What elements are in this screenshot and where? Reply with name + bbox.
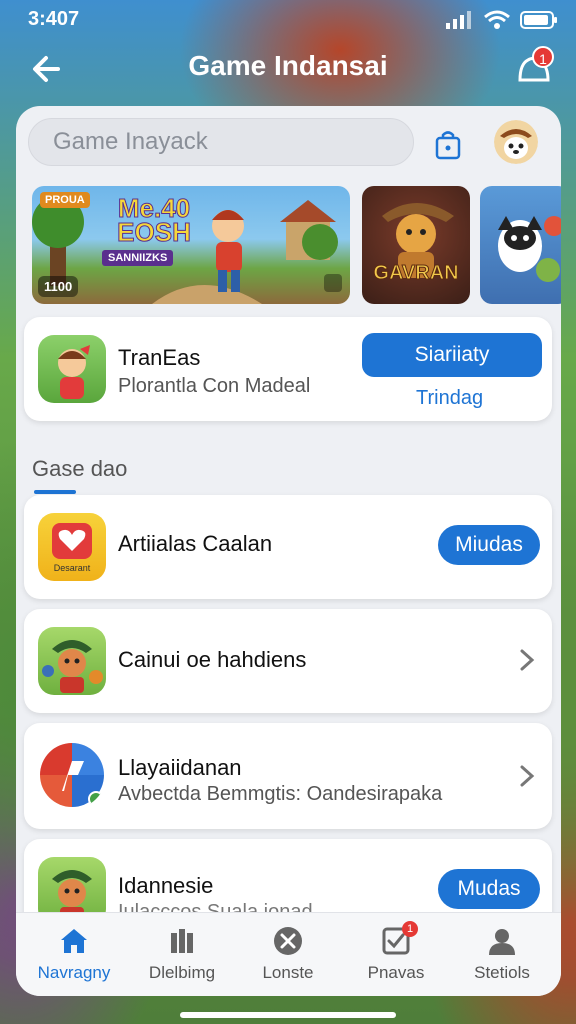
featured-link[interactable]: Trindag <box>416 387 483 410</box>
heart-app-icon-label: Desarant <box>53 563 91 573</box>
nav-label: Lonste <box>262 963 314 982</box>
banner-count: 1100 <box>38 276 79 297</box>
nav-item-profile[interactable]: Stetiols <box>452 913 552 996</box>
banner-carousel[interactable]: PROUA Me.40 EOSH SANNIIZKS 1100 GAVRAN <box>32 186 561 306</box>
battery-icon <box>520 11 557 29</box>
nav-item-tasks[interactable]: 1 Pnavas <box>346 913 446 996</box>
banner-title: Me.40 EOSH <box>117 193 192 247</box>
list-item-title: Cainui oe hahdiens <box>118 647 307 672</box>
list-item[interactable]: Desarant Artiialas Caalan Miudas <box>24 495 552 599</box>
list-item[interactable]: Llayaiidanan Avbectda Bemmgtis: Oandesir… <box>24 723 552 829</box>
banner-tile-2[interactable]: GAVRAN <box>362 186 470 304</box>
banner-tile-title: GAVRAN <box>373 262 459 285</box>
section-underline <box>34 490 76 494</box>
signal-icon <box>446 11 471 29</box>
notifications-button[interactable]: 1 <box>514 46 554 90</box>
search-row <box>28 118 550 176</box>
page-title: Game Indansai <box>188 50 388 81</box>
featured-action-button[interactable]: Siariiaty <box>362 333 542 377</box>
featured-title: TranEas <box>118 345 201 370</box>
chevron-right-icon[interactable] <box>516 647 538 673</box>
shopping-bag-icon[interactable] <box>432 128 464 160</box>
featured-card[interactable]: TranEas Plorantla Con Madeal Siariiaty T… <box>24 317 552 421</box>
banner-tag: PROUA <box>40 192 90 208</box>
nav-label: Pnavas <box>367 963 425 982</box>
brand-app-icon <box>38 741 106 809</box>
wifi-icon <box>484 10 510 29</box>
home-icon <box>61 929 87 953</box>
list-item-action-button[interactable]: Mudas <box>438 869 540 909</box>
nav-item-close[interactable]: Lonste <box>238 913 338 996</box>
library-icon <box>171 929 193 953</box>
close-circle-icon <box>274 927 302 955</box>
bottom-navigation: Navragny Dlelbimg Lonste 1 Pnavas Stetio… <box>16 912 561 996</box>
fox-app-icon <box>38 627 106 695</box>
nav-badge: 1 <box>402 921 418 937</box>
nav-label: Dlelbimg <box>148 963 216 982</box>
avatar[interactable] <box>494 120 538 164</box>
banner-subtitle: SANNIIZKS <box>102 250 174 266</box>
status-time: 3:407 <box>28 8 80 30</box>
nav-item-home[interactable]: Navragny <box>24 913 124 996</box>
list-item-title: Llayaiidanan <box>118 755 242 780</box>
notification-badge: 1 <box>532 46 554 68</box>
nav-item-library[interactable]: Dlelbimg <box>132 913 232 996</box>
banner-dog <box>498 216 561 282</box>
list-item-title: Idannesie <box>118 873 214 898</box>
app-header: Game Indansai 1 <box>0 40 576 96</box>
featured-subtitle: Plorantla Con Madeal <box>118 375 311 397</box>
list-item-action-button[interactable]: Miudas <box>438 525 540 565</box>
featured-app-icon <box>38 335 106 403</box>
heart-app-icon: Desarant <box>38 513 106 581</box>
list-item[interactable]: Cainui oe hahdiens <box>24 609 552 713</box>
main-sheet: PROUA Me.40 EOSH SANNIIZKS 1100 GAVRAN <box>16 106 561 996</box>
nav-label: Stetiols <box>474 963 530 982</box>
status-bar: 3:407 <box>0 0 576 40</box>
home-indicator[interactable] <box>180 1012 396 1018</box>
banner-tile-3[interactable] <box>480 186 561 304</box>
status-icons <box>446 10 558 30</box>
list-item-subtitle: Avbectda Bemmgtis: Oandesirapaka <box>118 783 443 805</box>
list-item-title: Artiialas Caalan <box>118 531 273 556</box>
banner-character <box>382 203 454 278</box>
search-input[interactable] <box>28 118 414 166</box>
banner-featured[interactable]: PROUA Me.40 EOSH SANNIIZKS 1100 <box>32 186 350 304</box>
section-title: Gase dao <box>32 456 128 481</box>
nav-label: Navragny <box>37 963 111 982</box>
chevron-right-icon[interactable] <box>516 763 538 789</box>
person-icon <box>489 929 515 955</box>
